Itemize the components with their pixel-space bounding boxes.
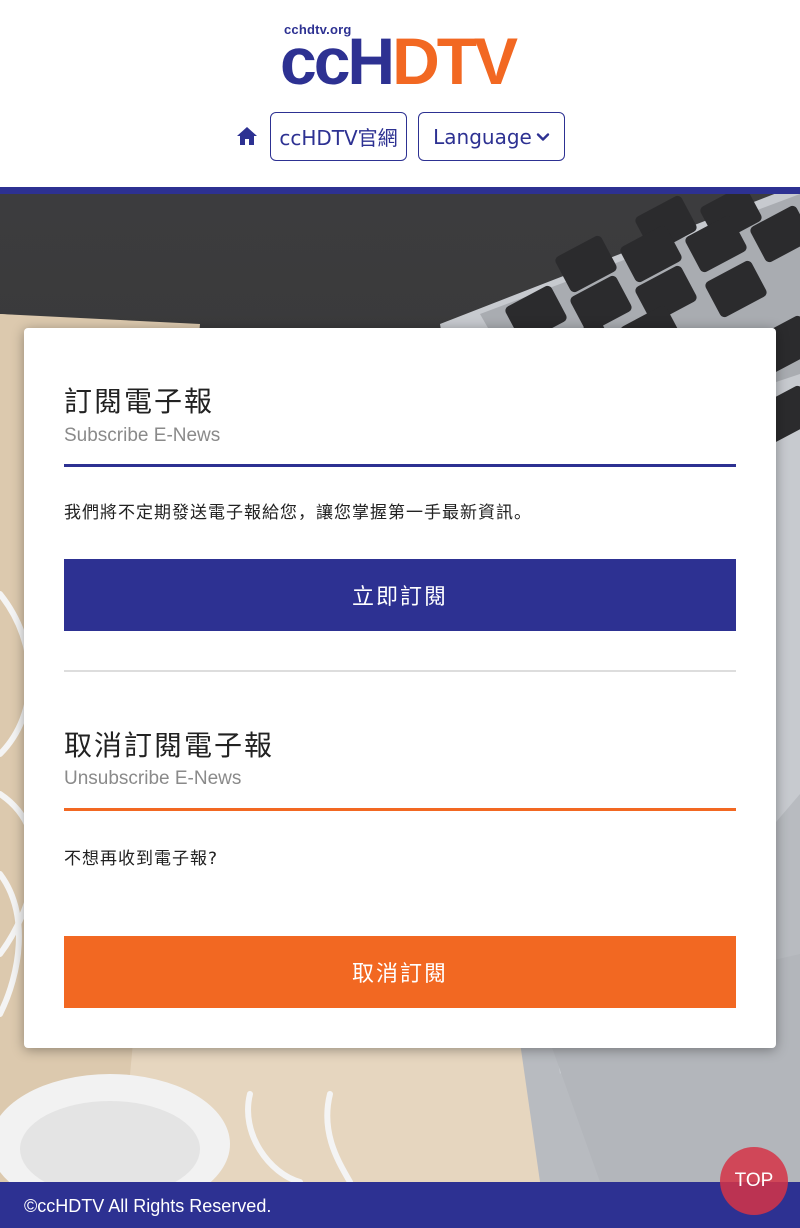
site-footer: ©ccHDTV All Rights Reserved.: [0, 1182, 800, 1228]
unsubscribe-description: 不想再收到電子報?: [64, 849, 219, 869]
language-label: Language: [433, 124, 532, 149]
unsubscribe-subtitle: Unsubscribe E-News: [64, 768, 242, 789]
chevron-down-icon: [536, 132, 550, 141]
header-divider: [0, 187, 800, 194]
subscribe-subtitle: Subscribe E-News: [64, 425, 221, 446]
logo-dtv-part: DTV: [392, 24, 518, 98]
unsubscribe-underline: [64, 808, 736, 811]
language-dropdown[interactable]: Language: [418, 112, 565, 161]
home-icon: [237, 127, 257, 145]
subscribe-underline: [64, 464, 736, 467]
subscribe-description: 我們將不定期發送電子報給您，讓您掌握第一手最新資訊。: [64, 503, 532, 523]
newsletter-card: 訂閱電子報 Subscribe E-News 我們將不定期發送電子報給您，讓您掌…: [24, 328, 776, 1048]
unsubscribe-title: 取消訂閱電子報: [64, 729, 275, 762]
logo-wordmark: ccHDTV: [280, 28, 518, 94]
site-logo[interactable]: cchdtv.org ccHDTV: [280, 22, 525, 94]
copyright-text: ©ccHDTV All Rights Reserved.: [24, 1196, 272, 1216]
unsubscribe-button[interactable]: 取消訂閱: [64, 936, 736, 1008]
subscribe-title: 訂閱電子報: [64, 385, 215, 418]
subscribe-button[interactable]: 立即訂閱: [64, 559, 736, 631]
logo-cc-part: ccH: [280, 24, 395, 98]
top-nav: ccHDTV官網 Language: [0, 112, 800, 162]
section-divider: [64, 670, 736, 672]
back-to-top-button[interactable]: TOP: [720, 1147, 788, 1215]
site-header: cchdtv.org ccHDTV ccHDTV官網 Language: [0, 0, 800, 188]
official-site-button[interactable]: ccHDTV官網: [270, 112, 407, 161]
home-button[interactable]: [235, 124, 259, 148]
